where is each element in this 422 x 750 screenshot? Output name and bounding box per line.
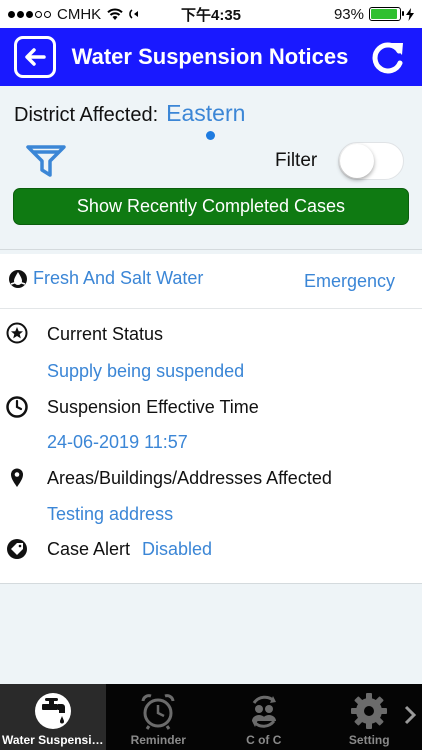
water-drop-icon [9, 270, 27, 288]
header-bar: Water Suspension Notices [0, 28, 422, 86]
filter-panel: District Affected: Eastern Filter Show R… [0, 86, 422, 250]
activity-icon [129, 9, 139, 19]
back-arrow-icon [25, 48, 46, 66]
areas-value: Testing address [47, 504, 174, 524]
tab-water-suspension[interactable]: Water Suspensi… [0, 684, 106, 750]
tab-label: Water Suspensi… [1, 733, 104, 747]
alarm-clock-icon [141, 694, 175, 730]
areas-label: Areas/Buildings/Addresses Affected [47, 468, 332, 488]
status-label: Current Status [47, 324, 164, 344]
battery-icon [369, 7, 404, 21]
time-label: Suspension Effective Time [47, 397, 259, 417]
wifi-icon [107, 7, 123, 20]
chevron-right-icon[interactable] [402, 704, 418, 726]
status-value: Supply being suspended [47, 361, 245, 381]
tab-c-of-c[interactable]: C of C [211, 684, 317, 750]
water-type: Fresh And Salt Water [33, 268, 204, 288]
show-completed-button[interactable]: Show Recently Completed Cases [13, 188, 409, 225]
people-cycle-icon [251, 695, 276, 728]
alert-value[interactable]: Disabled [142, 539, 212, 560]
gear-icon [351, 693, 388, 729]
district-selector[interactable]: District Affected: Eastern [14, 100, 245, 127]
filter-label: Filter [275, 150, 318, 171]
page-title: Water Suspension Notices [71, 44, 349, 69]
battery-percent: 93% [333, 5, 364, 23]
clock-icon [6, 396, 28, 418]
tab-reminder[interactable]: Reminder [106, 684, 212, 750]
time-value: 24-06-2019 11:57 [47, 432, 188, 452]
filter-toggle[interactable] [338, 142, 404, 180]
notice-card: Fresh And Salt Water Emergency Current S… [0, 254, 422, 584]
tab-bar: Water Suspensi… Reminder C of C Setting [0, 684, 422, 750]
charging-icon [406, 7, 414, 21]
refresh-icon [372, 42, 403, 74]
tab-label: Reminder [130, 733, 186, 747]
status-right: 93% [334, 6, 414, 23]
back-button[interactable] [14, 36, 56, 78]
district-value[interactable]: Eastern [166, 100, 245, 127]
battery-fill [371, 9, 398, 19]
notice-type-row: Fresh And Salt Water Emergency [0, 254, 422, 309]
toggle-knob [340, 144, 374, 178]
tab-label: Setting [348, 733, 390, 747]
funnel-icon[interactable] [26, 144, 66, 178]
water-tap-icon [34, 693, 71, 729]
district-label: District Affected: [14, 104, 159, 126]
urgency-label: Emergency [303, 271, 395, 291]
signal-strength-icon [8, 10, 51, 18]
location-pin-icon [11, 468, 23, 487]
tab-label: C of C [246, 733, 282, 747]
page-indicator-dot [206, 131, 215, 140]
refresh-button[interactable] [368, 37, 408, 77]
alert-tag-icon [7, 539, 27, 559]
carrier-name: CMHK [57, 5, 102, 23]
alert-label: Case Alert [47, 539, 131, 559]
status-left: CMHK [8, 6, 141, 23]
star-icon [6, 322, 28, 344]
status-bar: CMHK 下午4:35 93% [0, 0, 422, 28]
